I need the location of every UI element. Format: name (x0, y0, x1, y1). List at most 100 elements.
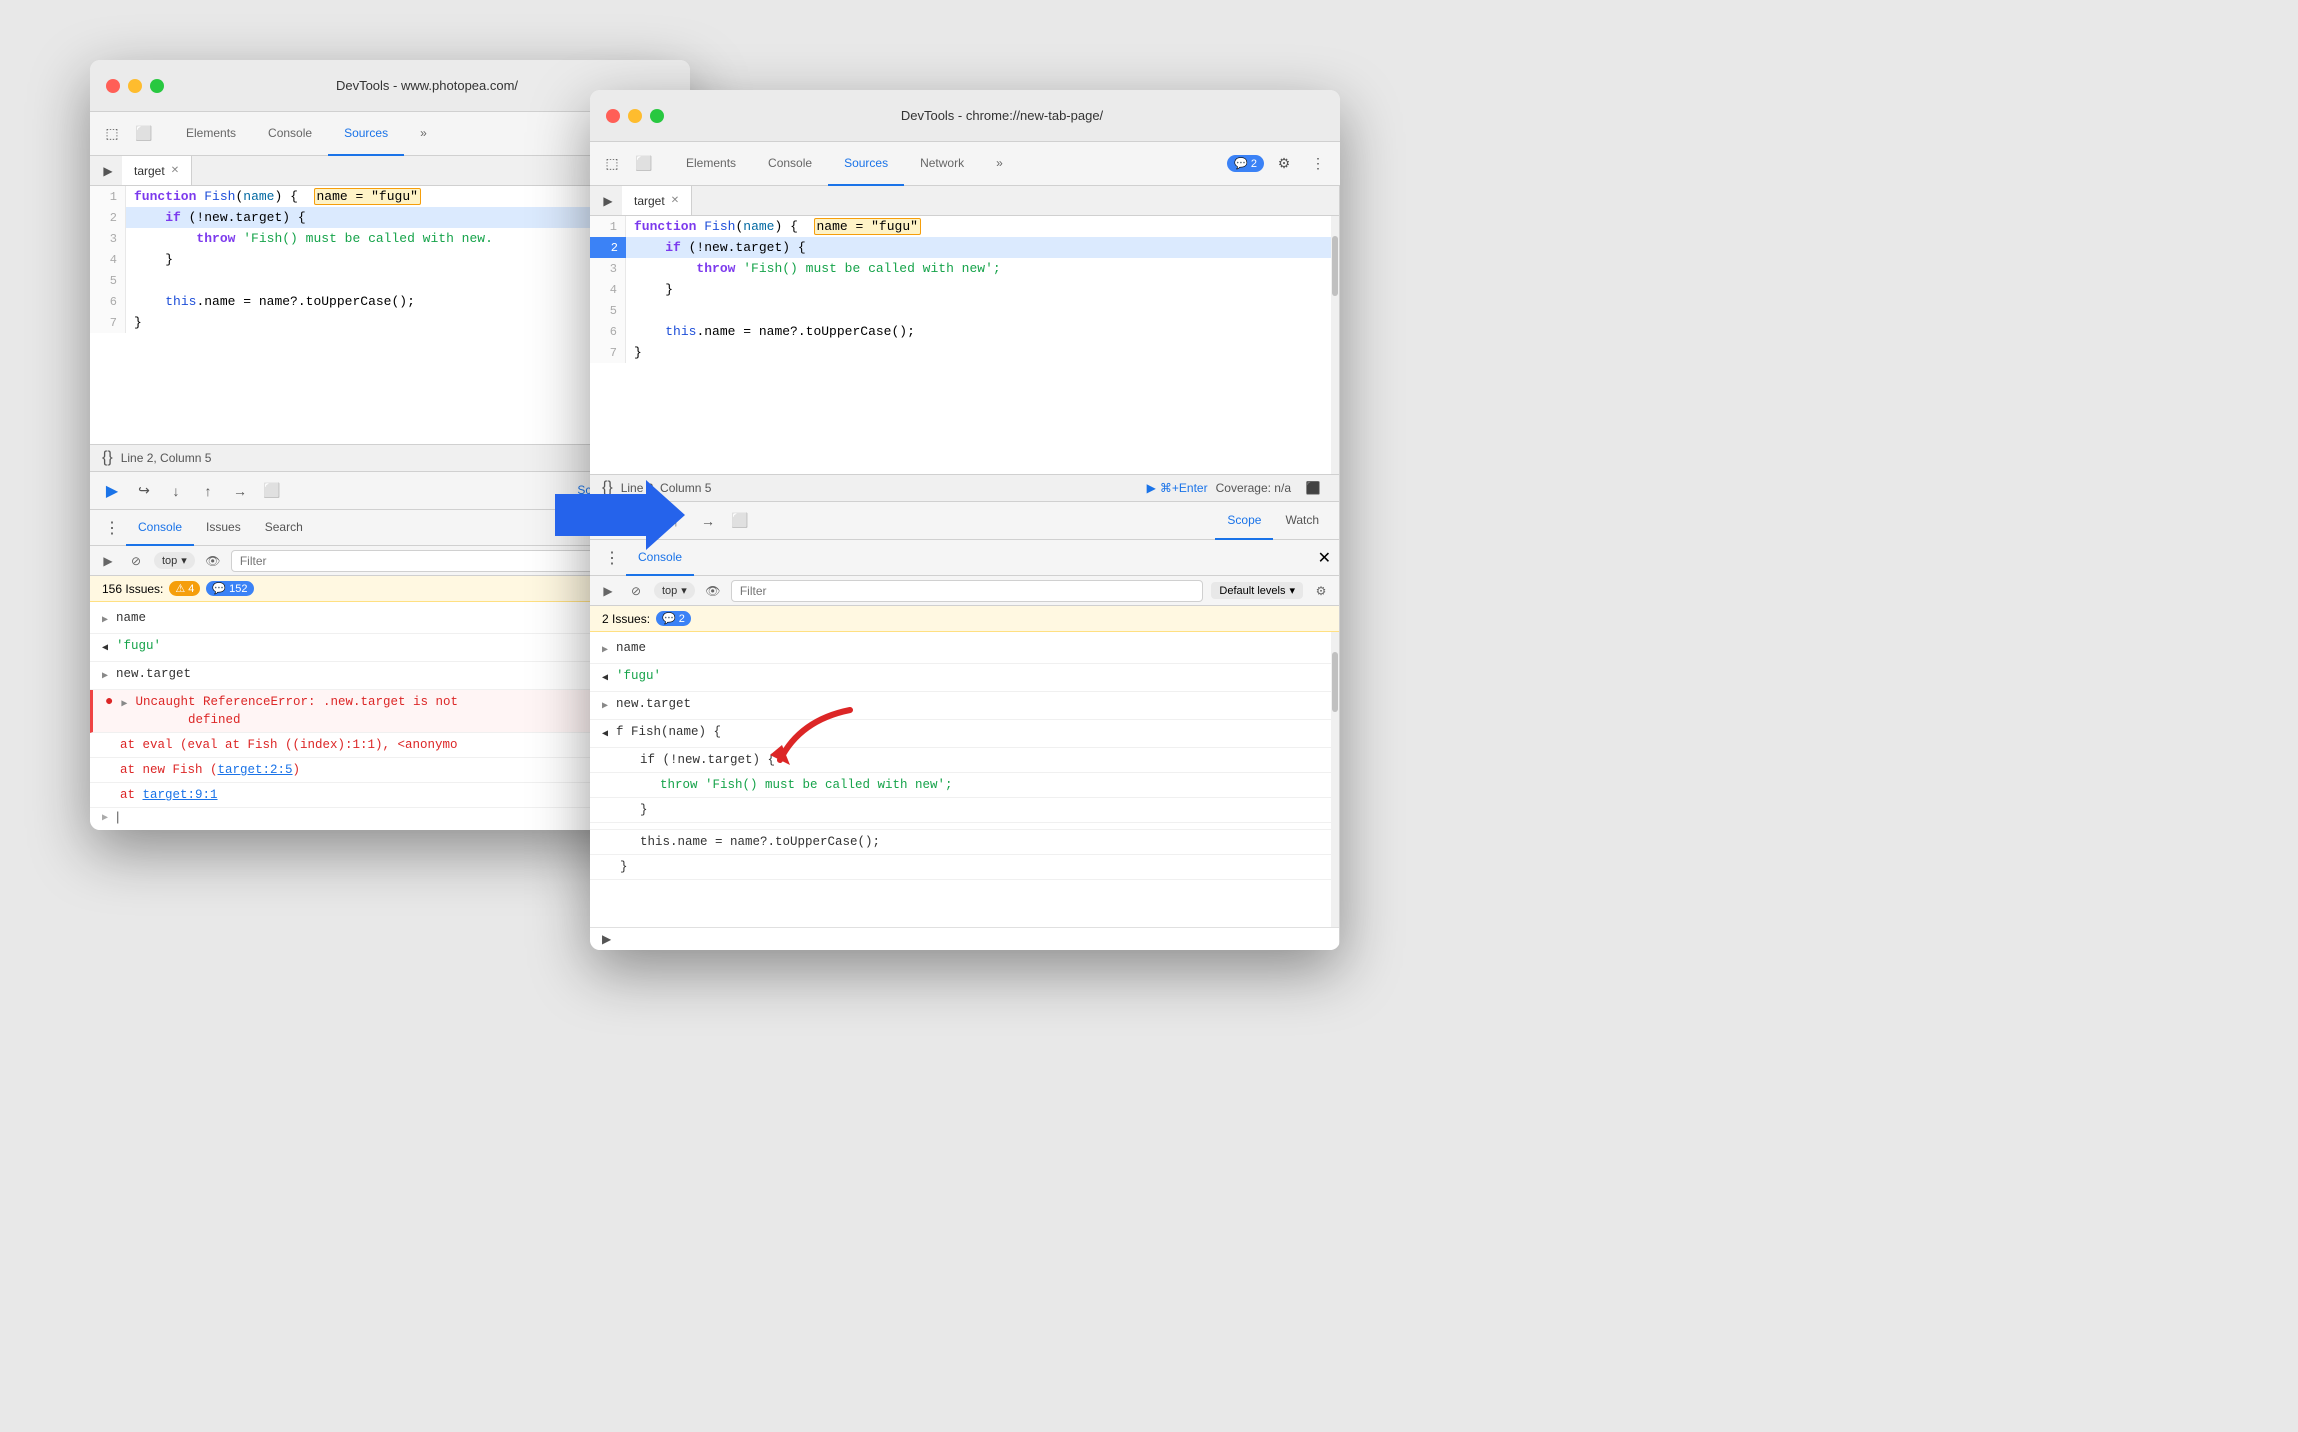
position-label-1: Line 2, Column 5 (121, 451, 212, 465)
error-circle-icon: ● (105, 693, 113, 711)
expand-icon-name-2[interactable]: ▶ (602, 642, 608, 660)
search-tab[interactable]: Search (253, 510, 315, 546)
code-line-2-3: 3 throw 'Fish() must be called with new'… (590, 258, 1339, 279)
collapse-icon[interactable]: ◀ (102, 640, 108, 658)
clear-console-icon-2[interactable]: ▶ (598, 581, 618, 601)
sources-tab[interactable]: Sources (328, 112, 404, 156)
scrollbar[interactable] (1331, 216, 1339, 474)
filter-input-2[interactable] (731, 580, 1204, 602)
play-icon-2[interactable]: ▶ (594, 187, 622, 215)
close-tab-icon-2[interactable]: ✕ (671, 195, 679, 206)
main-toolbar-2: ⬚ ⬜ Elements Console Sources Network » 💬… (590, 142, 1340, 186)
elements-tab[interactable]: Elements (170, 112, 252, 156)
console-key-name-2: name (616, 639, 646, 657)
fish-sub1: if (!new.target) { (640, 751, 775, 769)
close-console-btn[interactable]: ✕ (1318, 548, 1331, 568)
console-val-fugu-2: 'fugu' (616, 667, 661, 685)
scope-tab-2[interactable]: Scope (1215, 502, 1273, 540)
console-tab-bar-2: ⋮ Console ✕ (590, 540, 1339, 576)
expand-icon-2[interactable]: ▶ (102, 668, 108, 686)
close-button-2[interactable] (606, 109, 620, 123)
line-num-7: 7 (90, 312, 126, 333)
sources-tab-2[interactable]: Sources (828, 142, 904, 186)
line-num-2: 2 (90, 207, 126, 228)
resume-icon[interactable]: ▶ (98, 477, 126, 505)
target-link-1[interactable]: target:2:5 (218, 763, 293, 777)
target-link-2[interactable]: target:9:1 (143, 788, 218, 802)
maximize-button-1[interactable] (150, 79, 164, 93)
line-num-5: 5 (90, 270, 126, 291)
toolbar-right-2: 💬 2 ⚙ ⋮ (1227, 150, 1332, 178)
traffic-lights-1 (106, 79, 164, 93)
console-main-tab[interactable]: Console (126, 510, 194, 546)
code-editor-2[interactable]: 1 function Fish(name) { name = "fugu" 2 … (590, 216, 1339, 474)
settings-icon[interactable]: ⚙ (1270, 150, 1298, 178)
line-num-2-1: 1 (590, 216, 626, 237)
collapse-icon-2[interactable]: ◀ (602, 670, 608, 688)
close-button-1[interactable] (106, 79, 120, 93)
close-tab-icon-1[interactable]: ✕ (171, 165, 179, 176)
network-tab-2[interactable]: Network (904, 142, 980, 186)
source-tab-bar-2: ▶ target ✕ (590, 186, 1339, 216)
console-tab[interactable]: Console (252, 112, 328, 156)
bottom-nav: ▶ (590, 927, 1339, 950)
target-tab-2[interactable]: target ✕ (622, 186, 692, 215)
step-into-icon[interactable]: ↓ (162, 477, 190, 505)
cursor-icon-2[interactable]: ⬚ (598, 150, 626, 178)
line-num-2-4: 4 (590, 279, 626, 300)
filter-input-1[interactable] (231, 550, 644, 572)
eye-icon[interactable]: 👁 (203, 551, 223, 571)
console-tab-2[interactable]: Console (752, 142, 828, 186)
code-content-2-5 (626, 300, 1339, 321)
mobile-icon-2[interactable]: ⬜ (630, 150, 658, 178)
main-tabs-2: Elements Console Sources Network » (670, 142, 1019, 186)
target-tab-label-2: target (634, 194, 665, 208)
expand-icon-newtarget-2[interactable]: ▶ (602, 698, 608, 716)
step-icon-2[interactable]: → (694, 507, 722, 535)
mobile-icon[interactable]: ⬜ (130, 120, 158, 148)
settings-icon-2[interactable]: ⚙ (1311, 581, 1331, 601)
maximize-button-2[interactable] (650, 109, 664, 123)
expand-icon-3[interactable]: ▶ (121, 696, 127, 714)
more-icon[interactable]: ⋮ (1304, 150, 1332, 178)
message-badge: 💬 2 (1227, 155, 1264, 172)
step-icon[interactable]: → (226, 477, 254, 505)
expand-icon[interactable]: ▶ (102, 612, 108, 630)
target-tab-1[interactable]: target ✕ (122, 156, 192, 185)
stop-icon-2[interactable]: ⊘ (626, 581, 646, 601)
expand-icon-fish-2[interactable]: ◀ (602, 726, 608, 744)
more-tabs[interactable]: » (404, 112, 443, 156)
console-toolbar-2: ▶ ⊘ top ▾ 👁 Default levels ▾ ⚙ (590, 576, 1339, 606)
elements-tab-2[interactable]: Elements (670, 142, 752, 186)
run-arrow-icon-2: ▶ (1147, 481, 1156, 495)
eye-icon-2[interactable]: 👁 (703, 581, 723, 601)
play-icon-1[interactable]: ▶ (94, 157, 122, 185)
scrollbar-2[interactable] (1331, 632, 1339, 927)
deactivate-icon-2[interactable]: ⬜ (726, 507, 754, 535)
issues-tab[interactable]: Issues (194, 510, 253, 546)
console-row-name-2: ▶ name (590, 636, 1339, 664)
minimize-button-1[interactable] (128, 79, 142, 93)
console-key-newtarget-2: new.target (616, 695, 691, 713)
step-out-icon[interactable]: ↑ (194, 477, 222, 505)
code-content-2-7: } (626, 342, 1339, 363)
deactivate-icon[interactable]: ⬜ (258, 477, 286, 505)
stop-icon[interactable]: ⊘ (126, 551, 146, 571)
newfish-text: at new Fish (target:2:5) (120, 761, 300, 779)
console-row-newtarget-2: ▶ new.target (590, 692, 1339, 720)
dots-menu-icon-1[interactable]: ⋮ (98, 514, 126, 542)
step-over-icon[interactable]: ↪ (130, 477, 158, 505)
context-selector[interactable]: top ▾ (154, 552, 195, 569)
target-tab-label: target (134, 164, 165, 178)
minimize-button-2[interactable] (628, 109, 642, 123)
more-tabs-2[interactable]: » (980, 142, 1019, 186)
cursor-icon[interactable]: ⬚ (98, 120, 126, 148)
code-content-2-4: } (626, 279, 1339, 300)
clear-console-icon[interactable]: ▶ (98, 551, 118, 571)
eval-text: at eval (eval at Fish ((index):1:1), <an… (120, 736, 458, 754)
default-levels-btn-2[interactable]: Default levels ▾ (1211, 582, 1303, 599)
run-button-2[interactable]: ▶ ⌘+Enter (1147, 481, 1208, 495)
context-selector-2[interactable]: top ▾ (654, 582, 695, 599)
watch-tab-2[interactable]: Watch (1273, 502, 1331, 540)
filter-icon[interactable]: ⬛ (1299, 474, 1327, 502)
